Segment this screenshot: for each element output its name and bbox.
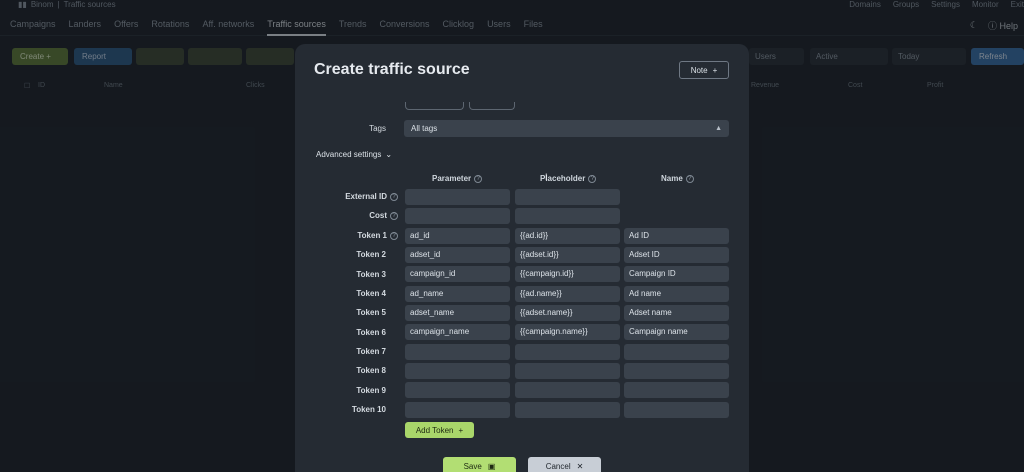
- cost-placeholder-input[interactable]: [515, 208, 620, 224]
- save-label: Save: [463, 461, 482, 471]
- row-label-token-10: Token 10: [351, 405, 386, 414]
- advanced-settings-label: Advanced settings: [316, 150, 382, 159]
- help-icon[interactable]: ?: [390, 211, 398, 220]
- tags-select[interactable]: All tags ▲: [404, 120, 729, 137]
- row-label-token-9: Token 9: [356, 386, 386, 395]
- row-label-token-2: Token 2: [356, 250, 386, 259]
- help-icon[interactable]: ?: [390, 192, 398, 201]
- token-9-name-input[interactable]: [624, 382, 729, 398]
- cancel-button[interactable]: Cancel ✕: [528, 457, 601, 472]
- row-label-cost: Cost?: [295, 211, 398, 220]
- text-cursor-icon: I: [545, 172, 548, 182]
- help-icon[interactable]: ?: [685, 174, 694, 183]
- token-3-name-input[interactable]: Campaign ID: [624, 266, 729, 282]
- note-label: Note: [690, 65, 708, 75]
- token-8-name-input[interactable]: [624, 363, 729, 379]
- token-2-parameter-input[interactable]: adset_id: [405, 247, 510, 263]
- cost-parameter-input[interactable]: [405, 208, 510, 224]
- token-6-name-input[interactable]: Campaign name: [624, 324, 729, 340]
- token-9-placeholder-input[interactable]: [515, 382, 620, 398]
- tags-label: Tags: [369, 124, 386, 133]
- scrolled-select-2[interactable]: [469, 102, 515, 110]
- external-id-placeholder-input[interactable]: [515, 189, 620, 205]
- floppy-disk-icon: ▣: [487, 461, 496, 471]
- token-4-placeholder-input[interactable]: {{ad.name}}: [515, 286, 620, 302]
- token-4-parameter-input[interactable]: ad_name: [405, 286, 510, 302]
- token-8-parameter-input[interactable]: [405, 363, 510, 379]
- tags-select-value: All tags: [411, 124, 438, 133]
- token-7-name-input[interactable]: [624, 344, 729, 360]
- modal-title: Create traffic source: [314, 61, 470, 78]
- chevron-down-icon: ⌄: [385, 150, 393, 159]
- scrolled-select-1[interactable]: [405, 102, 464, 110]
- row-label-token-3: Token 3: [356, 270, 386, 279]
- token-8-placeholder-input[interactable]: [515, 363, 620, 379]
- row-label-token-6: Token 6: [356, 328, 386, 337]
- token-7-parameter-input[interactable]: [405, 344, 510, 360]
- token-5-parameter-input[interactable]: adset_name: [405, 305, 510, 321]
- token-1-name-input[interactable]: Ad ID: [624, 228, 729, 244]
- row-label-text: Cost: [369, 211, 387, 220]
- row-label-token-1: Token 1?: [295, 231, 398, 240]
- token-7-placeholder-input[interactable]: [515, 344, 620, 360]
- column-header-parameter: Parameter ?: [432, 174, 483, 183]
- row-label-token-7: Token 7: [356, 347, 386, 356]
- advanced-settings-toggle[interactable]: Advanced settings ⌄: [316, 150, 392, 159]
- token-3-parameter-input[interactable]: campaign_id: [405, 266, 510, 282]
- help-icon[interactable]: ?: [588, 174, 597, 183]
- token-6-parameter-input[interactable]: campaign_name: [405, 324, 510, 340]
- column-header-name: Name ?: [661, 174, 694, 183]
- plus-icon: +: [712, 65, 718, 75]
- parameter-header-label: Parameter: [432, 174, 472, 183]
- create-traffic-source-modal: Create traffic source Note + Tags All ta…: [295, 44, 749, 472]
- close-icon: ✕: [576, 461, 584, 471]
- row-label-external-id: External ID?: [295, 192, 398, 201]
- plus-icon: +: [458, 425, 464, 435]
- note-button[interactable]: Note +: [679, 61, 729, 79]
- token-4-name-input[interactable]: Ad name: [624, 286, 729, 302]
- name-header-label: Name: [661, 174, 683, 183]
- chevron-up-icon: ▲: [715, 125, 722, 132]
- token-2-name-input[interactable]: Adset ID: [624, 247, 729, 263]
- help-icon[interactable]: ?: [390, 231, 398, 240]
- help-icon[interactable]: ?: [474, 174, 483, 183]
- column-header-placeholder: Placeholder ?: [540, 174, 597, 183]
- save-button[interactable]: Save ▣: [443, 457, 516, 472]
- add-token-label: Add Token: [415, 425, 454, 435]
- row-label-text: External ID: [345, 192, 387, 201]
- token-6-placeholder-input[interactable]: {{campaign.name}}: [515, 324, 620, 340]
- token-10-name-input[interactable]: [624, 402, 729, 418]
- token-1-placeholder-input[interactable]: {{ad.id}}: [515, 228, 620, 244]
- row-label-token-5: Token 5: [356, 308, 386, 317]
- row-label-token-8: Token 8: [356, 366, 386, 375]
- token-9-parameter-input[interactable]: [405, 382, 510, 398]
- token-10-parameter-input[interactable]: [405, 402, 510, 418]
- token-10-placeholder-input[interactable]: [515, 402, 620, 418]
- cancel-label: Cancel: [545, 461, 571, 471]
- token-5-name-input[interactable]: Adset name: [624, 305, 729, 321]
- row-label-token-4: Token 4: [356, 289, 386, 298]
- external-id-parameter-input[interactable]: [405, 189, 510, 205]
- token-1-parameter-input[interactable]: ad_id: [405, 228, 510, 244]
- add-token-button[interactable]: Add Token +: [405, 422, 474, 438]
- row-label-text: Token 1: [357, 231, 387, 240]
- token-5-placeholder-input[interactable]: {{adset.name}}: [515, 305, 620, 321]
- token-3-placeholder-input[interactable]: {{campaign.id}}: [515, 266, 620, 282]
- token-2-placeholder-input[interactable]: {{adset.id}}: [515, 247, 620, 263]
